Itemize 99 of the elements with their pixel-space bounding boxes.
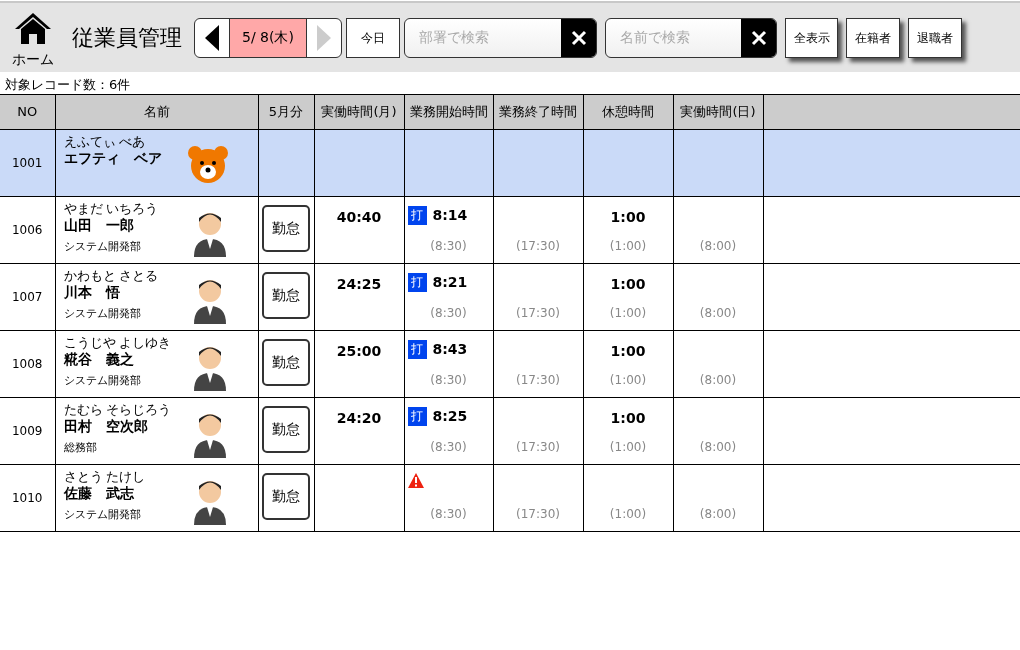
department-search-field[interactable]: 部署で検索 — [405, 18, 561, 57]
employee-name: 田村 空次郎 — [63, 416, 149, 436]
column-header: 5月分 — [258, 94, 314, 130]
employee-row[interactable]: 1006 やまだ いちろう 山田 一郎 システム開発部 勤怠 40:40 打 8:14 (8:30) (17:30) 1:00 (1:00) (8:00) — [0, 196, 1020, 264]
planned-time: (8:30) — [430, 305, 467, 320]
planned-time: (1:00) — [609, 305, 647, 320]
planned-time: (1:00) — [609, 506, 647, 521]
punch-badge: 打 — [407, 339, 427, 359]
department-label: システム開発部 — [63, 306, 142, 323]
planned-time: (8:00) — [699, 439, 737, 454]
column-header: 実働時間(月) — [314, 94, 404, 130]
name-reading: たむら そらじろう — [63, 401, 172, 417]
time-value: 25:00 — [336, 342, 382, 359]
employee-name: 川本 悟 — [63, 282, 121, 302]
attendance-button[interactable]: 勤怠 — [261, 338, 310, 386]
search-box[interactable]: 名前で検索 — [605, 17, 777, 58]
planned-time: (1:00) — [609, 439, 647, 454]
close-icon — [750, 29, 767, 46]
column-header: NO — [0, 94, 55, 130]
search-box[interactable]: 部署で検索 — [404, 17, 597, 58]
time-value: 1:00 — [610, 275, 646, 292]
attendance-button[interactable]: 勤怠 — [261, 271, 310, 319]
punch-badge: 打 — [407, 406, 427, 426]
time-value: 8:21 — [432, 272, 468, 292]
planned-time: (1:00) — [609, 372, 647, 387]
attendance-button[interactable]: 勤怠 — [261, 204, 310, 252]
close-icon — [570, 29, 587, 46]
employee-number: 1009 — [11, 423, 43, 438]
department-label: システム開発部 — [63, 373, 142, 390]
time-value: 1:00 — [610, 342, 646, 359]
record-count: 対象レコード数：6件 — [4, 76, 132, 94]
employee-row[interactable]: 1001 えふてぃ べあ エフティ ベア — [0, 129, 1020, 197]
planned-time: (17:30) — [516, 238, 560, 253]
planned-time: (8:00) — [699, 506, 737, 521]
planned-time: (8:00) — [699, 238, 737, 253]
filter-button[interactable]: 全表示 — [785, 17, 838, 58]
column-header: 休憩時間 — [583, 94, 673, 130]
filter-button[interactable]: 在籍者 — [846, 17, 900, 58]
home-label[interactable]: ホーム — [8, 51, 58, 66]
name-reading: さとう たけし — [63, 468, 146, 484]
bear-logo — [185, 143, 230, 184]
page-title: 従業員管理 — [72, 24, 182, 52]
department-label: 総務部 — [63, 440, 98, 457]
home-icon[interactable] — [14, 11, 52, 44]
employee-row[interactable]: 1007 かわもと さとる 川本 悟 システム開発部 勤怠 24:25 打 8:21 (8:30) (17:30) 1:00 (1:00) (8:00) — [0, 263, 1020, 331]
column-header: 業務終了時間 — [493, 94, 583, 130]
attendance-button[interactable]: 勤怠 — [261, 472, 310, 520]
employee-number: 1006 — [11, 222, 43, 237]
planned-time: (17:30) — [516, 506, 560, 521]
time-value: 1:00 — [610, 409, 646, 426]
clear-button[interactable] — [561, 18, 596, 57]
column-header: 名前 — [55, 94, 258, 130]
name-reading: こうじや よしゆき — [63, 334, 172, 350]
time-value: 40:40 — [336, 208, 382, 225]
employee-name: 佐藤 武志 — [63, 484, 135, 503]
planned-time: (8:00) — [699, 305, 737, 320]
punch-badge: 打 — [407, 205, 427, 225]
planned-time: (17:30) — [516, 439, 560, 454]
column-header: 業務開始時間 — [404, 94, 493, 130]
today-button[interactable]: 今日 — [346, 17, 400, 58]
employee-name: エフティ ベア — [63, 149, 162, 168]
right-triangle-icon — [317, 24, 331, 51]
employee-name: 糀谷 義之 — [63, 350, 135, 369]
planned-time: (8:00) — [699, 372, 737, 387]
department-label: システム開発部 — [63, 507, 142, 524]
time-value: 8:25 — [432, 406, 468, 426]
planned-time: (17:30) — [516, 305, 560, 320]
time-value: 8:43 — [432, 339, 468, 359]
employee-number: 1010 — [11, 490, 43, 505]
employee-name: 山田 一郎 — [63, 215, 135, 235]
attendance-button[interactable]: 勤怠 — [261, 405, 310, 453]
time-value: 1:00 — [610, 208, 646, 225]
filter-button[interactable]: 退職者 — [908, 17, 962, 58]
warning-icon — [407, 472, 424, 488]
name-reading: えふてぃ べあ — [63, 133, 147, 149]
planned-time: (8:30) — [430, 439, 467, 454]
time-value: 24:25 — [336, 275, 382, 292]
column-header: 実働時間(日) — [673, 94, 763, 130]
punch-badge: 打 — [407, 272, 427, 292]
name-reading: やまだ いちろう — [63, 200, 159, 216]
employee-row[interactable]: 1008 こうじや よしゆき 糀谷 義之 システム開発部 勤怠 25:00 打 8:43 (8:30) (17:30) 1:00 (1:00) (8:00) — [0, 330, 1020, 398]
department-label: システム開発部 — [63, 239, 142, 256]
left-triangle-icon — [205, 24, 219, 51]
planned-time: (8:30) — [430, 506, 467, 521]
employee-number: 1008 — [11, 356, 43, 371]
planned-time: (8:30) — [430, 238, 467, 253]
planned-time: (1:00) — [609, 238, 647, 253]
employee-number: 1001 — [11, 155, 43, 170]
date-display: 5/ 8(木) — [229, 18, 307, 57]
time-value: 8:14 — [432, 205, 468, 225]
employee-row[interactable]: 1009 たむら そらじろう 田村 空次郎 総務部 勤怠 24:20 打 8:25 (8:30) (17:30) 1:00 (1:00) (8:00) — [0, 397, 1020, 465]
planned-time: (17:30) — [516, 372, 560, 387]
name-reading: かわもと さとる — [63, 267, 159, 283]
name-search-field[interactable]: 名前で検索 — [606, 18, 741, 57]
employee-row[interactable]: 1010 さとう たけし 佐藤 武志 システム開発部 勤怠 (8:30) (17:30) (1:00) (8:00) — [0, 464, 1020, 532]
time-value: 24:20 — [336, 409, 382, 426]
planned-time: (8:30) — [430, 372, 467, 387]
employee-number: 1007 — [11, 289, 43, 304]
clear-button[interactable] — [741, 18, 776, 57]
